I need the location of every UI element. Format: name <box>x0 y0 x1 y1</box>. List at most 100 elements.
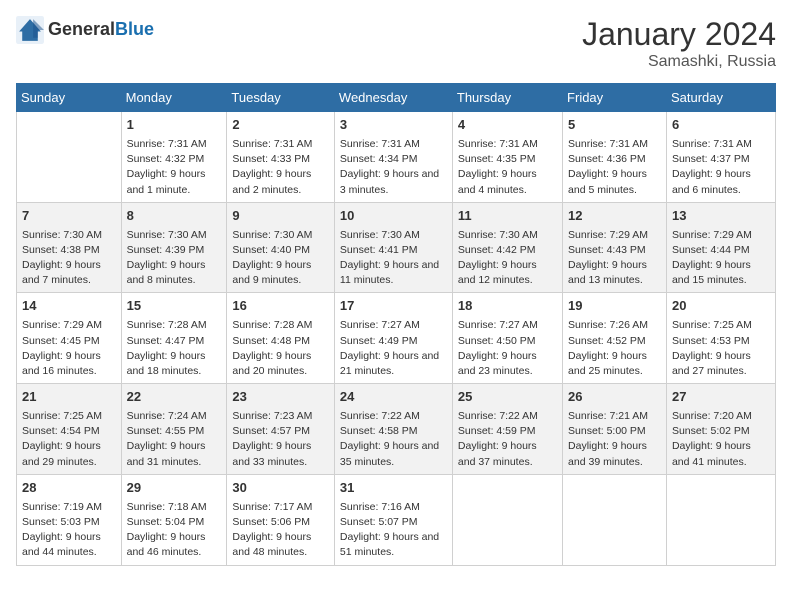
cell-content: Sunrise: 7:31 AM Sunset: 4:35 PM Dayligh… <box>458 137 557 198</box>
day-number: 4 <box>458 116 557 135</box>
calendar-cell: 19 Sunrise: 7:26 AM Sunset: 4:52 PM Dayli… <box>563 293 667 384</box>
cell-content: Sunrise: 7:29 AM Sunset: 4:43 PM Dayligh… <box>568 228 661 289</box>
calendar-table: SundayMondayTuesdayWednesdayThursdayFrid… <box>16 83 776 566</box>
header-row: SundayMondayTuesdayWednesdayThursdayFrid… <box>17 84 776 112</box>
cell-content: Sunrise: 7:16 AM Sunset: 5:07 PM Dayligh… <box>340 500 447 561</box>
day-number: 20 <box>672 297 770 316</box>
day-number: 19 <box>568 297 661 316</box>
column-header-friday: Friday <box>563 84 667 112</box>
day-number: 8 <box>127 207 222 226</box>
calendar-cell <box>563 474 667 565</box>
calendar-cell: 14Sunrise: 7:29 AM Sunset: 4:45 PM Dayli… <box>17 293 122 384</box>
day-number: 12 <box>568 207 661 226</box>
day-number: 24 <box>340 388 447 407</box>
cell-content: Sunrise: 7:28 AM Sunset: 4:48 PM Dayligh… <box>232 318 329 379</box>
calendar-cell: 8 Sunrise: 7:30 AM Sunset: 4:39 PM Daylig… <box>121 202 227 293</box>
location: Samashki, Russia <box>582 53 776 71</box>
cell-content: Sunrise: 7:18 AM Sunset: 5:04 PM Dayligh… <box>127 500 222 561</box>
cell-content: Sunrise: 7:25 AM Sunset: 4:53 PM Dayligh… <box>672 318 770 379</box>
calendar-cell: 16Sunrise: 7:28 AM Sunset: 4:48 PM Dayli… <box>227 293 335 384</box>
day-number: 2 <box>232 116 329 135</box>
logo-text: GeneralBlue <box>48 20 154 40</box>
day-number: 15 <box>127 297 222 316</box>
column-header-saturday: Saturday <box>666 84 775 112</box>
calendar-cell: 20 Sunrise: 7:25 AM Sunset: 4:53 PM Dayli… <box>666 293 775 384</box>
cell-content: Sunrise: 7:31 AM Sunset: 4:33 PM Dayligh… <box>232 137 329 198</box>
day-number: 9 <box>232 207 329 226</box>
cell-content: Sunrise: 7:17 AM Sunset: 5:06 PM Dayligh… <box>232 500 329 561</box>
day-number: 17 <box>340 297 447 316</box>
day-number: 30 <box>232 479 329 498</box>
cell-content: Sunrise: 7:28 AM Sunset: 4:47 PM Dayligh… <box>127 318 222 379</box>
day-number: 22 <box>127 388 222 407</box>
cell-content: Sunrise: 7:26 AM Sunset: 4:52 PM Dayligh… <box>568 318 661 379</box>
logo: GeneralBlue <box>16 16 154 44</box>
day-number: 7 <box>22 207 116 226</box>
day-number: 14 <box>22 297 116 316</box>
day-number: 1 <box>127 116 222 135</box>
day-number: 21 <box>22 388 116 407</box>
day-number: 28 <box>22 479 116 498</box>
cell-content: Sunrise: 7:19 AM Sunset: 5:03 PM Dayligh… <box>22 500 116 561</box>
cell-content: Sunrise: 7:31 AM Sunset: 4:37 PM Dayligh… <box>672 137 770 198</box>
cell-content: Sunrise: 7:20 AM Sunset: 5:02 PM Dayligh… <box>672 409 770 470</box>
calendar-cell: 15 Sunrise: 7:28 AM Sunset: 4:47 PM Dayli… <box>121 293 227 384</box>
day-number: 25 <box>458 388 557 407</box>
column-header-wednesday: Wednesday <box>334 84 452 112</box>
cell-content: Sunrise: 7:30 AM Sunset: 4:42 PM Dayligh… <box>458 228 557 289</box>
cell-content: Sunrise: 7:21 AM Sunset: 5:00 PM Dayligh… <box>568 409 661 470</box>
calendar-cell <box>17 112 122 203</box>
calendar-cell <box>452 474 562 565</box>
calendar-cell: 24 Sunrise: 7:22 AM Sunset: 4:58 PM Dayli… <box>334 384 452 475</box>
cell-content: Sunrise: 7:22 AM Sunset: 4:58 PM Dayligh… <box>340 409 447 470</box>
calendar-cell: 7 Sunrise: 7:30 AM Sunset: 4:38 PM Daylig… <box>17 202 122 293</box>
week-row-3: 14Sunrise: 7:29 AM Sunset: 4:45 PM Dayli… <box>17 293 776 384</box>
day-number: 18 <box>458 297 557 316</box>
column-header-thursday: Thursday <box>452 84 562 112</box>
week-row-1: 1 Sunrise: 7:31 AM Sunset: 4:32 PM Daylig… <box>17 112 776 203</box>
calendar-cell: 18 Sunrise: 7:27 AM Sunset: 4:50 PM Dayli… <box>452 293 562 384</box>
calendar-cell <box>666 474 775 565</box>
cell-content: Sunrise: 7:30 AM Sunset: 4:39 PM Dayligh… <box>127 228 222 289</box>
week-row-4: 21Sunrise: 7:25 AM Sunset: 4:54 PM Dayli… <box>17 384 776 475</box>
cell-content: Sunrise: 7:22 AM Sunset: 4:59 PM Dayligh… <box>458 409 557 470</box>
page-header: GeneralBlue January 2024 Samashki, Russi… <box>16 16 776 71</box>
calendar-cell: 29Sunrise: 7:18 AM Sunset: 5:04 PM Dayli… <box>121 474 227 565</box>
column-header-tuesday: Tuesday <box>227 84 335 112</box>
cell-content: Sunrise: 7:31 AM Sunset: 4:34 PM Dayligh… <box>340 137 447 198</box>
calendar-cell: 25 Sunrise: 7:22 AM Sunset: 4:59 PM Dayli… <box>452 384 562 475</box>
month-year: January 2024 <box>582 16 776 53</box>
calendar-cell: 5Sunrise: 7:31 AM Sunset: 4:36 PM Daylig… <box>563 112 667 203</box>
cell-content: Sunrise: 7:27 AM Sunset: 4:50 PM Dayligh… <box>458 318 557 379</box>
day-number: 23 <box>232 388 329 407</box>
day-number: 10 <box>340 207 447 226</box>
day-number: 6 <box>672 116 770 135</box>
cell-content: Sunrise: 7:30 AM Sunset: 4:38 PM Dayligh… <box>22 228 116 289</box>
day-number: 5 <box>568 116 661 135</box>
calendar-cell: 12 Sunrise: 7:29 AM Sunset: 4:43 PM Dayli… <box>563 202 667 293</box>
calendar-cell: 10 Sunrise: 7:30 AM Sunset: 4:41 PM Dayli… <box>334 202 452 293</box>
calendar-cell: 9 Sunrise: 7:30 AM Sunset: 4:40 PM Daylig… <box>227 202 335 293</box>
day-number: 31 <box>340 479 447 498</box>
cell-content: Sunrise: 7:30 AM Sunset: 4:40 PM Dayligh… <box>232 228 329 289</box>
title-block: January 2024 Samashki, Russia <box>582 16 776 71</box>
calendar-cell: 31 Sunrise: 7:16 AM Sunset: 5:07 PM Dayli… <box>334 474 452 565</box>
day-number: 3 <box>340 116 447 135</box>
calendar-cell: 27Sunrise: 7:20 AM Sunset: 5:02 PM Dayli… <box>666 384 775 475</box>
cell-content: Sunrise: 7:24 AM Sunset: 4:55 PM Dayligh… <box>127 409 222 470</box>
column-header-monday: Monday <box>121 84 227 112</box>
cell-content: Sunrise: 7:30 AM Sunset: 4:41 PM Dayligh… <box>340 228 447 289</box>
column-header-sunday: Sunday <box>17 84 122 112</box>
cell-content: Sunrise: 7:23 AM Sunset: 4:57 PM Dayligh… <box>232 409 329 470</box>
calendar-cell: 6 Sunrise: 7:31 AM Sunset: 4:37 PM Daylig… <box>666 112 775 203</box>
calendar-cell: 2 Sunrise: 7:31 AM Sunset: 4:33 PM Daylig… <box>227 112 335 203</box>
day-number: 11 <box>458 207 557 226</box>
cell-content: Sunrise: 7:27 AM Sunset: 4:49 PM Dayligh… <box>340 318 447 379</box>
cell-content: Sunrise: 7:29 AM Sunset: 4:44 PM Dayligh… <box>672 228 770 289</box>
calendar-cell: 4 Sunrise: 7:31 AM Sunset: 4:35 PM Daylig… <box>452 112 562 203</box>
calendar-cell: 22 Sunrise: 7:24 AM Sunset: 4:55 PM Dayli… <box>121 384 227 475</box>
cell-content: Sunrise: 7:31 AM Sunset: 4:32 PM Dayligh… <box>127 137 222 198</box>
week-row-5: 28 Sunrise: 7:19 AM Sunset: 5:03 PM Dayli… <box>17 474 776 565</box>
day-number: 26 <box>568 388 661 407</box>
calendar-cell: 23 Sunrise: 7:23 AM Sunset: 4:57 PM Dayli… <box>227 384 335 475</box>
